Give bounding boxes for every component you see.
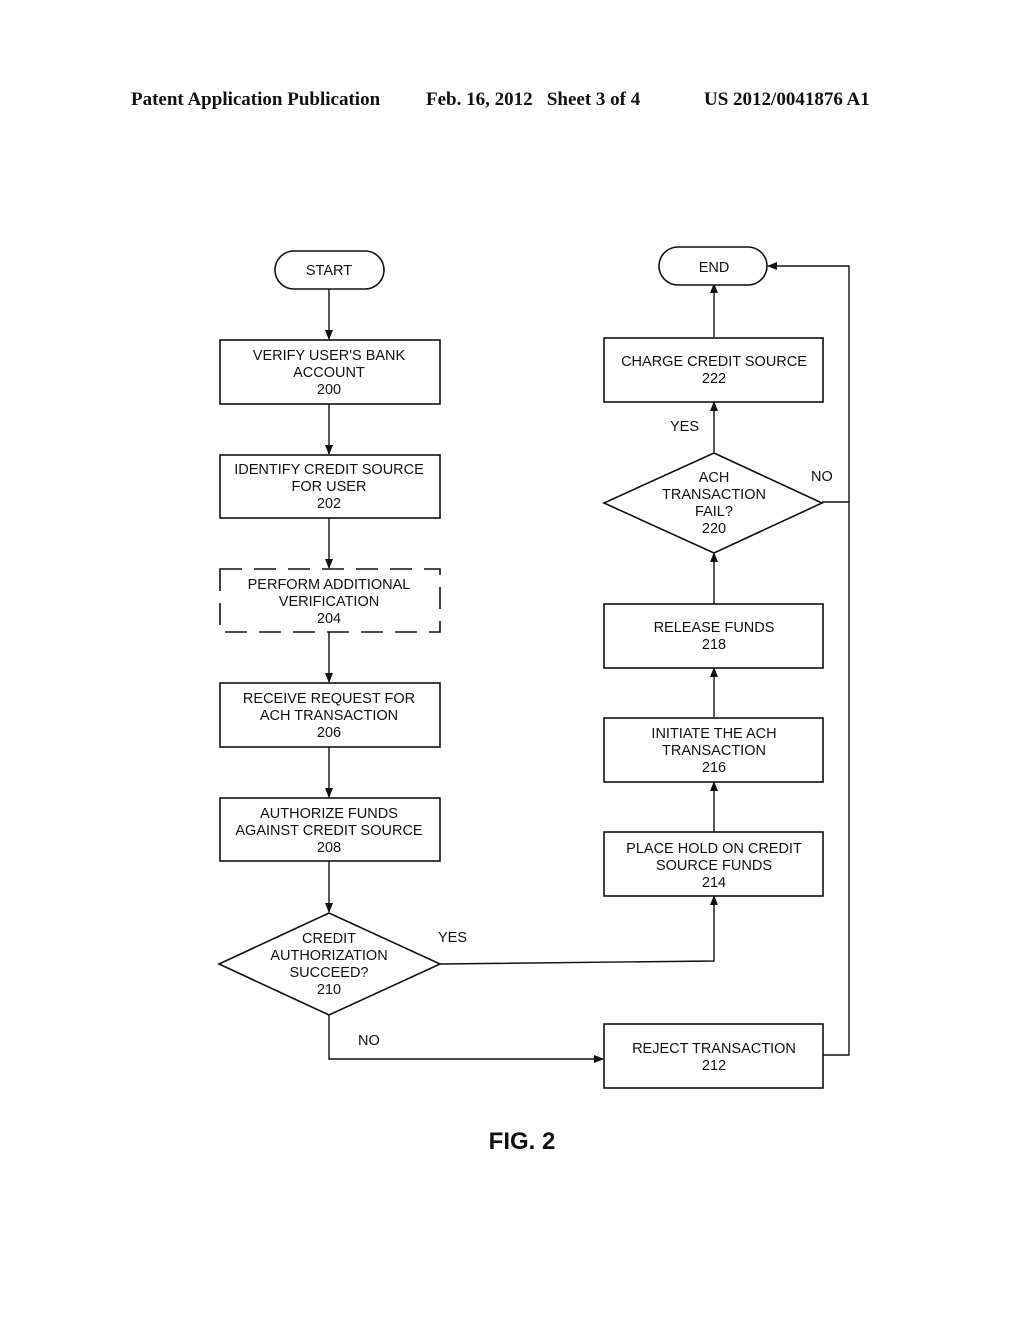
n220-label-line: TRANSACTION bbox=[662, 487, 766, 503]
n220-label-line: ACH bbox=[699, 470, 730, 486]
n212-label-line: REJECT TRANSACTION bbox=[632, 1041, 796, 1057]
n204-label-line: 204 bbox=[317, 611, 341, 627]
decision-210-diamond bbox=[217, 912, 442, 1016]
step-218-box bbox=[603, 603, 824, 669]
n200-label-line: VERIFY USER'S BANK bbox=[253, 348, 406, 364]
n202-label-line: FOR USER bbox=[292, 479, 367, 495]
n202-label-line: 202 bbox=[317, 496, 341, 512]
n208-label-line: 208 bbox=[317, 840, 341, 856]
n210-label-line: AUTHORIZATION bbox=[270, 948, 387, 964]
n210-label-line: CREDIT bbox=[302, 931, 356, 947]
step-222-box bbox=[603, 337, 824, 403]
n220-label-line: FAIL? bbox=[695, 504, 733, 520]
n218-label-line: 218 bbox=[702, 637, 726, 653]
n214-label-line: 214 bbox=[702, 875, 726, 891]
n206-label-line: ACH TRANSACTION bbox=[260, 708, 398, 724]
n216-label-line: INITIATE THE ACH bbox=[651, 726, 776, 742]
n214-label-line: PLACE HOLD ON CREDIT bbox=[626, 841, 802, 857]
n200-label-line: 200 bbox=[317, 382, 341, 398]
decision-220-diamond bbox=[602, 452, 824, 554]
flowchart-diagram: START END VERIFY USER'S BANKACCOUNT200 IDEN… bbox=[217, 246, 850, 1155]
decision-210-no-label: NO bbox=[358, 1033, 380, 1049]
n204-label-line: VERIFICATION bbox=[279, 594, 379, 610]
decision-220-yes-label: YES bbox=[670, 419, 699, 435]
start-label-line: START bbox=[306, 263, 352, 279]
n218-label-line: RELEASE FUNDS bbox=[654, 620, 775, 636]
n210-label-line: 210 bbox=[317, 982, 341, 998]
n208-label-line: AGAINST CREDIT SOURCE bbox=[235, 823, 423, 839]
n214-label-line: SOURCE FUNDS bbox=[656, 858, 772, 874]
n200-label-line: ACCOUNT bbox=[293, 365, 365, 381]
n206-label-line: 206 bbox=[317, 725, 341, 741]
n204-label-line: PERFORM ADDITIONAL bbox=[248, 577, 411, 593]
decision-210-yes-label: YES bbox=[438, 930, 467, 946]
n220-label-line: 220 bbox=[702, 521, 726, 537]
n216-label-line: 216 bbox=[702, 760, 726, 776]
n208-label-line: AUTHORIZE FUNDS bbox=[260, 806, 398, 822]
n216-label-line: TRANSACTION bbox=[662, 743, 766, 759]
figure-label: FIG. 2 bbox=[489, 1128, 556, 1155]
edge-210-yes-214 bbox=[439, 895, 718, 965]
n222-label-line: 222 bbox=[702, 371, 726, 387]
n212-label-line: 212 bbox=[702, 1058, 726, 1074]
n206-label-line: RECEIVE REQUEST FOR bbox=[243, 691, 415, 707]
end-label-line: END bbox=[699, 260, 730, 276]
decision-220-no-label: NO bbox=[811, 469, 833, 485]
n210-label-line: SUCCEED? bbox=[290, 965, 369, 981]
n222-label-line: CHARGE CREDIT SOURCE bbox=[621, 354, 807, 370]
n202-label-line: IDENTIFY CREDIT SOURCE bbox=[234, 462, 424, 478]
